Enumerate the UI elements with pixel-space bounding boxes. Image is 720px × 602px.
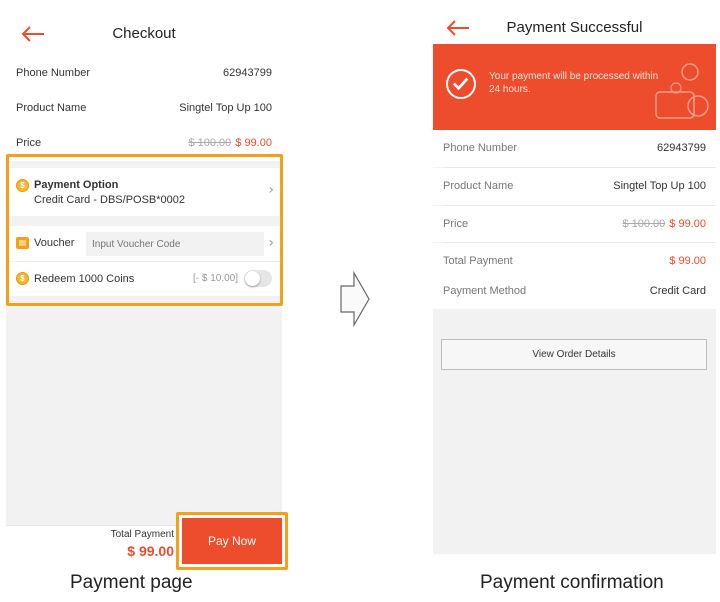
- phone-number-value: 62943799: [223, 67, 272, 79]
- product-name-row: Product Name Singtel Top Up 100: [6, 91, 282, 126]
- pay-now-highlight: Pay Now: [176, 512, 288, 570]
- total-payment-label: Total Payment: [110, 529, 174, 540]
- payment-options-highlight: [6, 154, 283, 306]
- pay-now-button[interactable]: Pay Now: [182, 518, 282, 564]
- price-label: Price: [443, 218, 469, 230]
- payment-confirmation-caption: Payment confirmation: [480, 572, 664, 593]
- discounted-price: $ 99.00: [235, 137, 272, 149]
- total-payment-value: $ 99.00: [127, 543, 174, 559]
- page-title: Payment Successful: [506, 19, 643, 36]
- banner-message: Your payment will be processed within 24…: [489, 71, 659, 95]
- product-name-row: Product Name Singtel Top Up 100: [433, 168, 716, 205]
- checkout-header: Checkout: [6, 12, 282, 56]
- page-title: Checkout: [112, 25, 176, 42]
- original-price: $ 100.00: [188, 137, 232, 149]
- payment-method-row: Payment Method Credit Card: [433, 273, 716, 309]
- price-values: $ 100.00 $ 99.00: [622, 206, 706, 242]
- discounted-price: $ 99.00: [669, 218, 706, 230]
- check-circle-icon: [446, 69, 476, 99]
- product-name-value: Singtel Top Up 100: [613, 180, 706, 192]
- phone-number-row: Phone Number 62943799: [433, 130, 716, 167]
- payment-method-value: Credit Card: [649, 285, 706, 297]
- product-name-value: Singtel Top Up 100: [179, 102, 272, 114]
- payment-confirmation-screen: Payment Successful Your payment will be …: [433, 12, 716, 554]
- product-name-label: Product Name: [443, 180, 514, 192]
- phone-number-value: 62943799: [657, 142, 706, 154]
- view-order-details-button[interactable]: View Order Details: [441, 339, 707, 370]
- original-price: $ 100.00: [622, 218, 666, 230]
- payment-method-label: Payment Method: [443, 285, 527, 297]
- phone-number-label: Phone Number: [443, 142, 517, 154]
- payment-page-caption: Payment page: [70, 572, 193, 593]
- wallet-coins-illustration: [655, 63, 709, 119]
- price-row: Price $ 100.00 $ 99.00: [433, 206, 716, 242]
- phone-number-row: Phone Number 62943799: [6, 56, 282, 91]
- phone-number-label: Phone Number: [16, 67, 90, 79]
- success-banner: Your payment will be processed within 24…: [433, 44, 716, 130]
- product-name-label: Product Name: [16, 102, 87, 114]
- confirmation-header: Payment Successful: [433, 12, 716, 44]
- flow-arrow-icon: [340, 270, 370, 328]
